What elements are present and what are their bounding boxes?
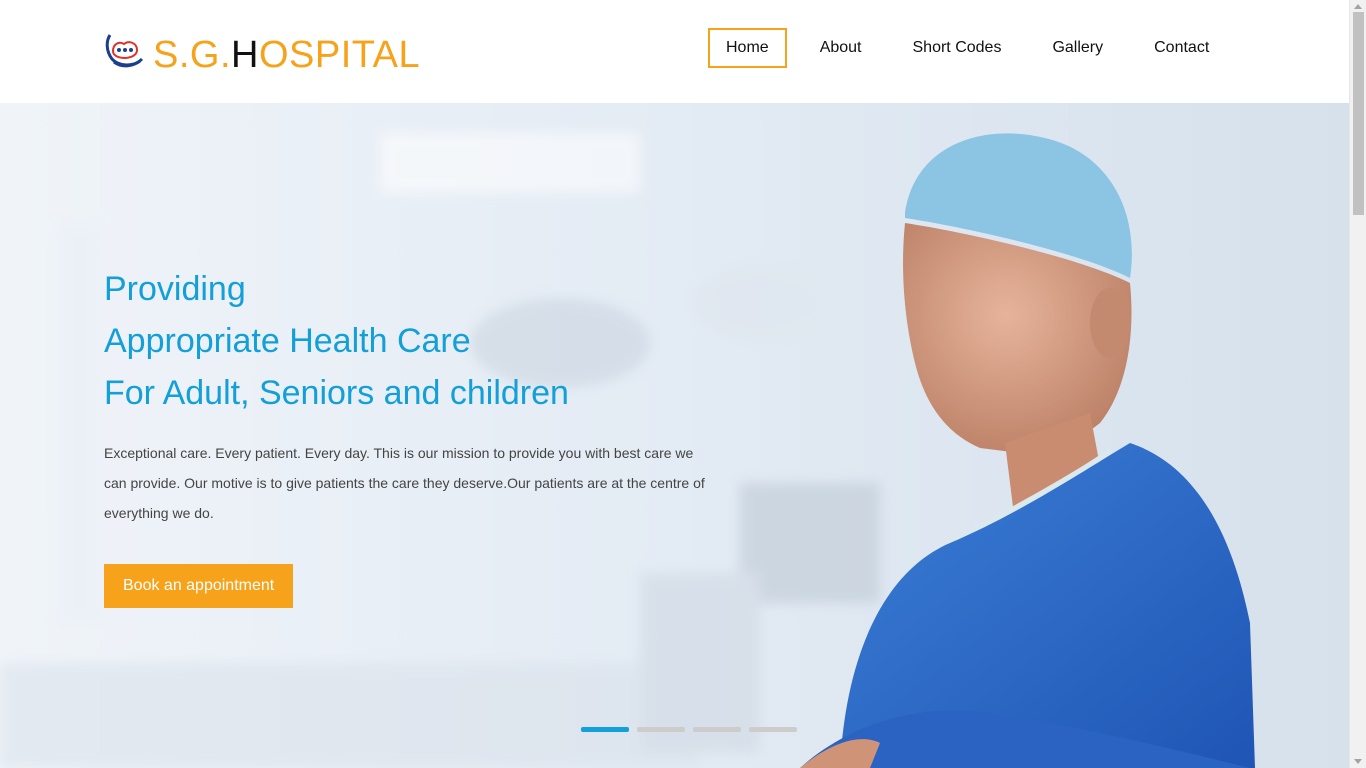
slider-pagination xyxy=(581,727,805,732)
main-nav: Home About Short Codes Gallery Contact xyxy=(708,28,1226,68)
site-title-h: H xyxy=(231,34,259,76)
hero-slider: Providing Appropriate Health Care For Ad… xyxy=(0,103,1349,768)
scrollbar-thumb[interactable] xyxy=(1353,12,1364,215)
site-title-suffix: OSPITAL xyxy=(258,34,421,76)
scroll-down-icon[interactable] xyxy=(1354,759,1362,764)
site-logo[interactable]: S.G.HOSPITAL xyxy=(104,31,420,75)
hero-title-line: Providing xyxy=(104,270,246,308)
slider-dot[interactable] xyxy=(693,727,741,732)
site-title-prefix: S.G. xyxy=(153,34,232,76)
site-header: S.G.HOSPITAL Home About Short Codes Gall… xyxy=(0,0,1349,103)
nav-item-about[interactable]: About xyxy=(803,28,879,68)
nav-item-short-codes[interactable]: Short Codes xyxy=(896,28,1019,68)
hero-title-line: For Adult, Seniors and children xyxy=(104,374,569,412)
hero-content: Providing Appropriate Health Care For Ad… xyxy=(104,263,724,608)
hero-description: Exceptional care. Every patient. Every d… xyxy=(104,445,705,521)
hospital-logo-icon xyxy=(105,34,144,68)
slider-dot[interactable] xyxy=(749,727,797,732)
hero-title: Providing Appropriate Health Care For Ad… xyxy=(104,263,724,419)
site-title: S.G.HOSPITAL xyxy=(153,35,420,75)
nav-item-gallery[interactable]: Gallery xyxy=(1035,28,1120,68)
slider-dot[interactable] xyxy=(581,727,629,732)
nav-item-contact[interactable]: Contact xyxy=(1137,28,1226,68)
slider-dot[interactable] xyxy=(637,727,685,732)
nav-item-home[interactable]: Home xyxy=(708,28,787,68)
scroll-up-icon[interactable] xyxy=(1354,4,1362,9)
book-appointment-button[interactable]: Book an appointment xyxy=(104,564,294,608)
page-scrollbar[interactable] xyxy=(1349,0,1366,768)
hero-title-line: Appropriate Health Care xyxy=(104,322,471,360)
